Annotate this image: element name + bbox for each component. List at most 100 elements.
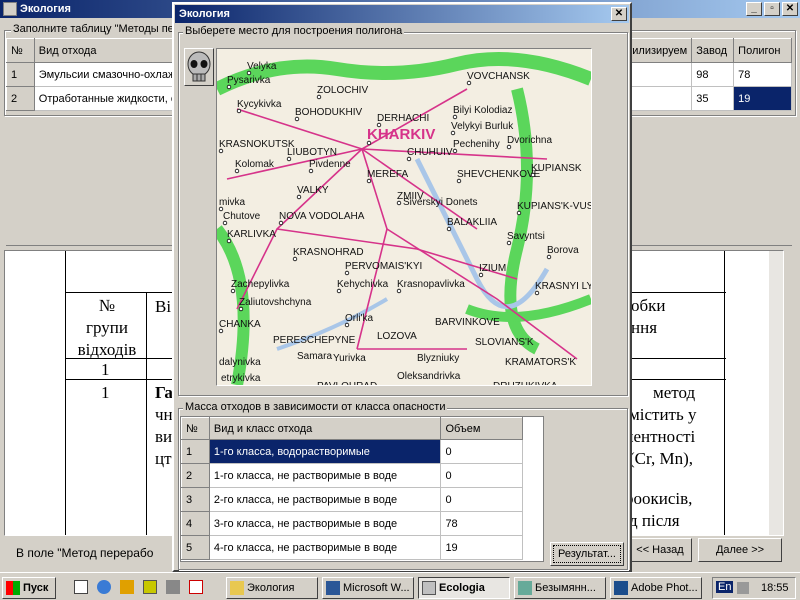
map-label: Yurivka [333, 353, 366, 364]
back-button[interactable]: << Назад [628, 538, 692, 562]
map-city-dot [396, 200, 402, 206]
map-label: LIUBOTYN [287, 147, 337, 158]
map-label: KARLIVKA [227, 229, 276, 240]
dialog-close-button[interactable]: ✕ [611, 7, 627, 21]
skull-icon[interactable] [184, 48, 214, 86]
map-city-dot [226, 238, 232, 244]
windows-logo-icon [6, 581, 20, 595]
region-map[interactable]: Velyka Pysarivka ZOLOCHIV VOVCHANSK Kycykivk… [216, 48, 592, 386]
map-city-dot [236, 108, 242, 114]
quicklaunch-desktop-icon[interactable] [74, 580, 88, 594]
waste-class-cell[interactable]: 1-го класса, не растворимые в воде [208, 463, 442, 488]
maximize-button[interactable]: ▫ [764, 2, 780, 16]
quicklaunch-mail-icon[interactable] [189, 580, 203, 594]
table-row[interactable]: 1 1-го класса, водорастворимые 0 [181, 439, 523, 464]
doc-right-5: роокисів, [625, 489, 693, 508]
map-label: Samara [297, 351, 332, 362]
table-row[interactable]: 3 2-го класса, не растворимые в воде 0 [181, 487, 523, 512]
doc-text-ch: чн [155, 405, 173, 424]
quicklaunch-media-icon[interactable] [120, 580, 134, 594]
table-row[interactable]: 4 3-го класса, не растворимые в воде 78 [181, 511, 523, 536]
factory-cell[interactable]: 35 [691, 86, 735, 111]
next-button[interactable]: Далее >> [698, 538, 782, 562]
task-label: Adobe Phot... [631, 582, 698, 594]
map-label: PAVLOHRAD [317, 381, 377, 385]
map-city-dot [446, 226, 452, 232]
task-ecologia-folder[interactable]: Экология [226, 577, 318, 599]
task-photoshop[interactable]: Adobe Phot... [610, 577, 702, 599]
close-button[interactable]: ✕ [782, 2, 798, 16]
waste-class-cell[interactable]: 2-го класса, не растворимые в воде [208, 487, 442, 512]
task-ecologia[interactable]: Ecologia [418, 577, 510, 599]
waste-class-cell[interactable]: 4-го класса, не растворимые в воде [208, 535, 442, 560]
map-label: Siverskyi Donets [403, 197, 477, 208]
map-label: Zachepylivka [231, 279, 290, 290]
app-icon [3, 2, 17, 16]
map-label: Dvorichna [507, 135, 552, 146]
task-label: Ecologia [439, 582, 485, 594]
map-label: BARVINKOVE [435, 317, 500, 328]
mass-col-type: Вид и класс отхода [208, 417, 442, 440]
task-paint[interactable]: Безымянн... [514, 577, 606, 599]
map-group-label: Выберете место для построения полигона [183, 25, 405, 37]
start-button[interactable]: Пуск [2, 577, 56, 599]
table-row[interactable]: 2 1-го класса, не растворимые в воде 0 [181, 463, 523, 488]
task-word[interactable]: Microsoft W... [322, 577, 414, 599]
map-label: ZOLOCHIV [317, 85, 368, 96]
map-city-dot [218, 148, 224, 154]
map-canvas[interactable]: Velyka Pysarivka ZOLOCHIV VOVCHANSK Kycykivk… [217, 49, 591, 385]
landfill-cell[interactable]: 78 [733, 62, 792, 87]
map-label: Velykyi Burluk [451, 121, 514, 132]
map-label: IZIUM [479, 263, 506, 274]
volume-cell[interactable]: 0 [440, 487, 523, 512]
waste-type-cell[interactable]: Отработанные жидкости, с [33, 86, 182, 111]
landfill-cell[interactable]: 19 [733, 86, 792, 111]
task-label: Экология [247, 582, 295, 594]
row-number: 2 [181, 463, 210, 488]
map-label: etrykivka [221, 373, 261, 384]
map-city-dot [336, 288, 342, 294]
volume-cell[interactable]: 78 [440, 511, 523, 536]
doc-right-6: д після [629, 511, 680, 530]
waste-type-cell[interactable]: Эмульсии смазочно-охлаж [33, 62, 182, 87]
map-city-dot [506, 240, 512, 246]
language-indicator[interactable]: En [716, 581, 734, 593]
photoshop-icon [614, 581, 628, 595]
word-icon [326, 581, 340, 595]
doc-scrollbar[interactable] [769, 251, 783, 535]
volume-cell[interactable]: 19 [440, 535, 523, 560]
mass-table-wrap: № Вид и класс отхода Объем 1 1-го класса… [180, 416, 544, 562]
doc-type-header: Ві [155, 297, 172, 316]
table-row[interactable]: 5 4-го класса, не растворимые в воде 19 [181, 535, 523, 560]
doc-row-a: 1 [101, 360, 110, 379]
doc-text-cts: цт [155, 449, 172, 468]
volume-cell[interactable]: 0 [440, 463, 523, 488]
map-city-dot [344, 322, 350, 328]
quicklaunch-outlook-icon[interactable] [143, 580, 157, 594]
map-city-dot [516, 210, 522, 216]
result-button[interactable]: Результат... [550, 542, 624, 566]
quicklaunch-app-icon[interactable] [166, 580, 180, 594]
map-label: SLOVIANS'K [475, 337, 534, 348]
map-label: VALKY [297, 185, 329, 196]
map-label: MEREFA [367, 169, 408, 180]
row-number: 5 [181, 535, 210, 560]
system-tray: En 18:55 [712, 577, 796, 599]
map-city-dot [226, 84, 232, 90]
factory-cell[interactable]: 98 [691, 62, 735, 87]
tray-icon[interactable] [737, 582, 749, 594]
mass-col-num: № [181, 417, 210, 440]
dialog-title: Экология [179, 8, 230, 20]
waste-class-cell[interactable]: 3-го класса, не растворимые в воде [208, 511, 442, 536]
quicklaunch-ie-icon[interactable] [97, 580, 111, 594]
taskbar: Пуск Экология Microsoft W... Ecologia Бе… [0, 572, 800, 600]
mass-table[interactable]: № Вид и класс отхода Объем 1 1-го класса… [181, 417, 523, 560]
map-city-dot [452, 148, 458, 154]
waste-class-cell[interactable]: 1-го класса, водорастворимые [208, 439, 442, 464]
volume-cell[interactable]: 0 [440, 439, 523, 464]
map-city-dot [308, 168, 314, 174]
map-label: KHARKIV [367, 126, 435, 143]
minimize-button[interactable]: _ [746, 2, 762, 16]
map-city-dot [366, 178, 372, 184]
map-city-dot [238, 306, 244, 312]
